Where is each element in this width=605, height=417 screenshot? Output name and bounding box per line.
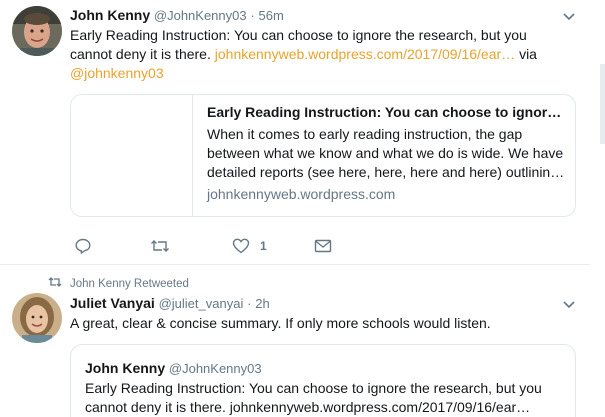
timestamp[interactable]: 2h (255, 296, 269, 311)
heart-icon (232, 237, 250, 255)
tweet-link[interactable]: johnkennyweb.wordpress.com/2017/09/16/ea… (215, 46, 515, 62)
quote-author-name: John Kenny (85, 360, 166, 376)
mention-link[interactable]: @johnkenny03 (70, 65, 164, 81)
chevron-down-icon[interactable] (563, 10, 575, 24)
card-thumbnail (71, 95, 193, 216)
link-card[interactable]: Early Reading Instruction: You can choos… (70, 94, 576, 217)
retweeted-by[interactable]: John Kenny Retweeted (70, 277, 189, 291)
tweet-actions: 1 (72, 236, 372, 256)
author-handle[interactable]: @juliet_vanyai (159, 296, 244, 311)
retweet-icon[interactable] (150, 236, 170, 256)
via-label: via (519, 46, 537, 62)
like-count: 1 (260, 239, 267, 253)
avatar[interactable] (12, 293, 62, 343)
quote-text: Early Reading Instruction: You can choos… (85, 380, 542, 415)
tweet-text: Early Reading Instruction: You can choos… (70, 26, 570, 83)
avatar[interactable] (12, 6, 62, 56)
retweet-icon (48, 276, 62, 292)
author-name[interactable]: Juliet Vanyai (70, 295, 155, 311)
separator: · (250, 8, 255, 23)
tweet-header: John Kenny @JohnKenny03 · 56m (70, 6, 284, 25)
quote-author-handle: @JohnKenny03 (168, 361, 262, 376)
envelope-icon[interactable] (314, 236, 332, 256)
quoted-tweet[interactable]: John Kenny @JohnKenny03 Early Reading In… (70, 344, 576, 417)
quote-header: John Kenny @JohnKenny03 (85, 359, 262, 378)
card-domain: johnkennyweb.wordpress.com (207, 186, 396, 202)
like-button[interactable]: 1 (232, 236, 267, 256)
tweet-header: Juliet Vanyai @juliet_vanyai · 2h (70, 294, 270, 313)
author-handle[interactable]: @JohnKenny03 (154, 8, 247, 23)
timestamp[interactable]: 56m (258, 8, 283, 23)
author-name[interactable]: John Kenny (70, 7, 150, 23)
card-title: Early Reading Instruction: You can choos… (207, 104, 562, 120)
tweet-text: A great, clear & concise summary. If onl… (70, 315, 491, 331)
chevron-down-icon[interactable] (563, 298, 575, 312)
separator: · (247, 296, 252, 311)
reply-icon[interactable] (74, 236, 92, 256)
retweeted-context: John Kenny Retweeted (48, 276, 189, 292)
card-description: When it comes to early reading instructi… (207, 126, 565, 180)
scrollbar[interactable] (600, 64, 605, 144)
